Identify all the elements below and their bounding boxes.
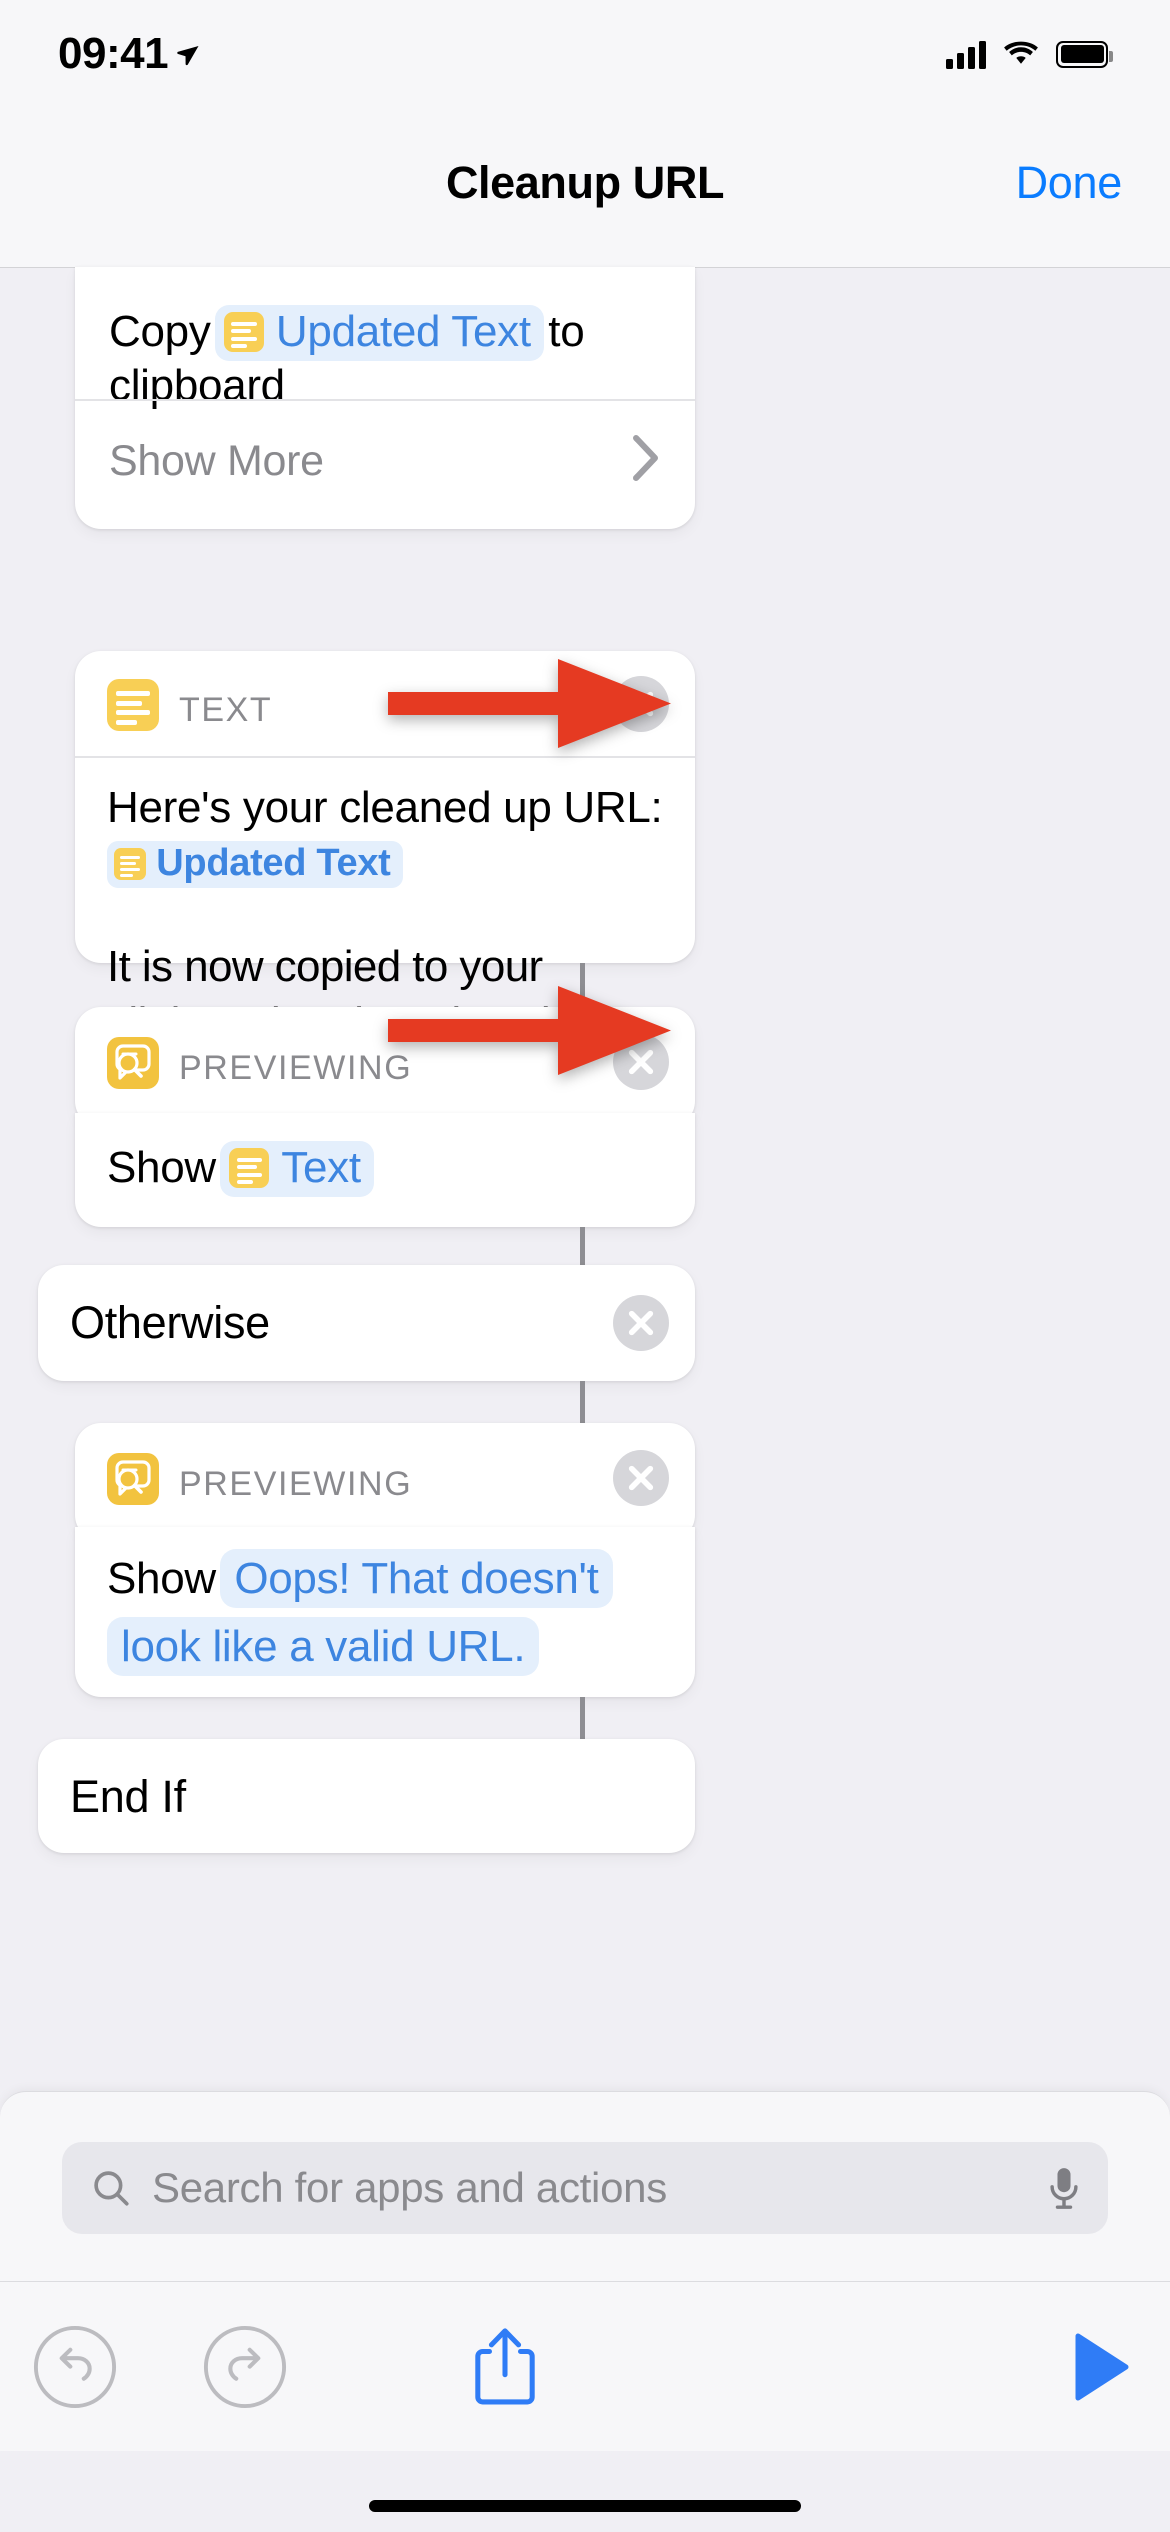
bottom-toolbar [0,2281,1170,2451]
divider [75,399,695,401]
close-circle-icon[interactable] [613,1295,669,1351]
action-card-preview-2-body[interactable]: Show Oops! That doesn't look like a vali… [75,1527,695,1697]
cellular-signal-icon [946,39,986,69]
status-indicators [946,29,1113,69]
preview-1-token-text[interactable]: Text [220,1141,374,1197]
text-body-token-updated-text[interactable]: Updated Text [107,841,403,888]
end-if-label: End If [70,1771,186,1822]
status-time: 09:41 [58,19,200,79]
action-card-preview-1-body[interactable]: Show Text [75,1113,695,1227]
preview-1-prefix-label: Show [107,1143,216,1192]
preview-2-header-label: PREVIEWING [179,1465,413,1503]
preview-2-prefix-label: Show [107,1554,216,1603]
otherwise-label: Otherwise [70,1297,270,1348]
red-arrow-right [388,659,671,748]
copy-prefix-label: Copy [109,307,211,356]
action-card-preview-2[interactable]: PREVIEWING [75,1423,695,1541]
quicklook-preview-icon [107,1037,159,1089]
text-document-icon [223,312,264,352]
wifi-icon [1004,41,1038,64]
share-icon[interactable] [472,2324,538,2410]
text-card-header-label: TEXT [179,691,273,729]
search-input[interactable]: Search for apps and actions [62,2142,1108,2234]
text-body-line-1: Here's your cleaned up URL: [107,783,663,832]
copy-token-updated-text[interactable]: Updated Text [214,305,544,361]
location-arrow-icon [177,45,199,66]
action-card-otherwise[interactable]: Otherwise [38,1265,695,1381]
battery-full-icon [1056,40,1113,68]
status-bar: 09:41 [0,0,1170,98]
navigation-bar: Cleanup URL Done [0,98,1170,268]
preview-1-header-label: PREVIEWING [179,1049,413,1087]
action-card-end-if[interactable]: End If [38,1739,695,1853]
home-indicator [369,2500,801,2512]
search-icon [94,2171,129,2206]
close-circle-icon[interactable] [613,1450,669,1506]
text-document-icon [114,848,146,880]
action-card-copy[interactable]: Copy Updated Text to clipboard Show More [75,267,695,529]
search-placeholder: Search for apps and actions [152,2164,667,2211]
text-document-icon [229,1148,270,1188]
divider [75,756,695,758]
text-document-icon [107,679,159,731]
action-connector [580,1697,585,1739]
quicklook-preview-icon [107,1453,159,1505]
search-panel: Search for apps and actions [0,2091,1170,2281]
done-button[interactable]: Done [1016,157,1123,209]
microphone-icon[interactable] [1046,2165,1082,2211]
action-connector [580,1381,585,1423]
status-time-label: 09:41 [58,29,169,78]
show-more-label[interactable]: Show More [109,437,324,486]
action-connector [580,1227,585,1267]
shortcut-action-list[interactable]: Copy Updated Text to clipboard Show More… [0,267,1170,2091]
play-icon[interactable] [1072,2331,1132,2403]
redo-icon[interactable] [202,2324,288,2410]
undo-icon[interactable] [32,2324,118,2410]
red-arrow-right [388,986,671,1075]
page-title: Cleanup URL [445,156,725,208]
chevron-right-icon[interactable] [633,435,659,481]
